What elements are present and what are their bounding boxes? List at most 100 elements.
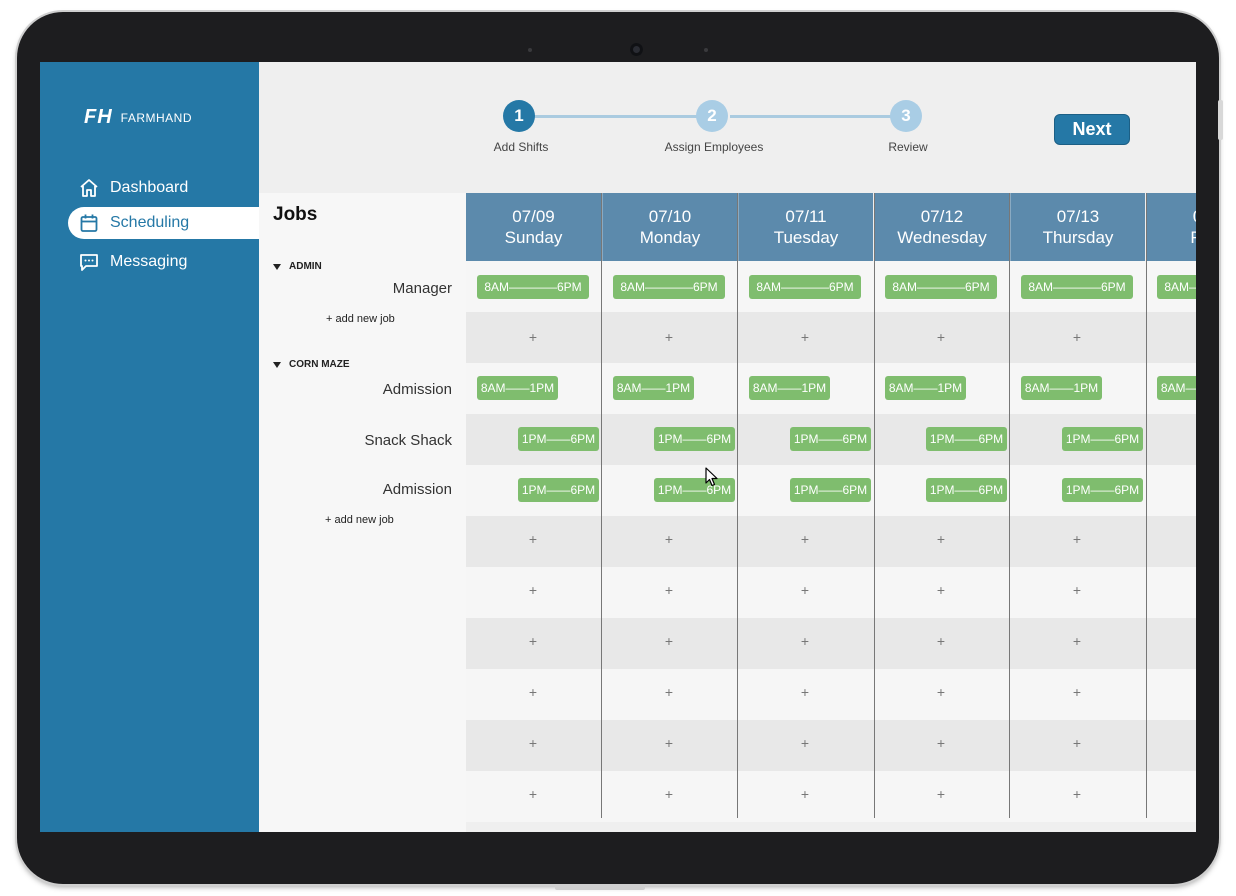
day-date: 07/09 [512, 207, 555, 226]
job-snack-shack[interactable]: Snack Shack [364, 432, 452, 449]
day-weekday: Friday [1190, 228, 1196, 247]
add-shift-button[interactable]: + [931, 786, 951, 802]
shift-block[interactable]: 1PM——6PM [518, 478, 599, 502]
shift-block[interactable]: 1PM——6PM [1062, 427, 1143, 451]
day-weekday: Sunday [504, 228, 563, 247]
logo-mark: FH [84, 106, 113, 128]
add-shift-button[interactable]: + [523, 633, 543, 649]
add-shift-button[interactable]: + [795, 786, 815, 802]
shift-block[interactable]: 8AM——1PM [1157, 376, 1196, 400]
add-shift-button[interactable]: + [931, 531, 951, 547]
add-shift-button[interactable]: + [659, 735, 679, 751]
step-3-circle[interactable]: 3 [890, 100, 922, 132]
add-shift-button[interactable]: + [931, 684, 951, 700]
add-shift-button[interactable]: + [1067, 735, 1087, 751]
add-shift-button[interactable]: + [931, 582, 951, 598]
calendar-icon [78, 212, 100, 234]
shift-block[interactable]: 1PM——6PM [518, 427, 599, 451]
add-shift-button[interactable]: + [795, 329, 815, 345]
add-shift-button[interactable]: + [931, 329, 951, 345]
add-shift-button[interactable]: + [659, 684, 679, 700]
next-button[interactable]: Next [1054, 114, 1130, 145]
add-shift-button[interactable]: + [659, 329, 679, 345]
sidebar-item-dashboard[interactable]: Dashboard [68, 172, 259, 204]
shift-block[interactable]: 8AM————6PM [613, 275, 725, 299]
day-weekday: Thursday [1042, 228, 1114, 247]
sidebar-item-label: Dashboard [110, 179, 189, 196]
shift-block[interactable]: 8AM——1PM [477, 376, 558, 400]
day-date: 07/11 [785, 207, 827, 226]
add-shift-button[interactable]: + [795, 633, 815, 649]
camera-icon [630, 43, 643, 56]
step-2-circle[interactable]: 2 [696, 100, 728, 132]
shift-block[interactable]: 8AM————6PM [749, 275, 861, 299]
shift-block[interactable]: 1PM——6PM [790, 478, 871, 502]
collapse-triangle-icon[interactable] [273, 361, 281, 368]
message-icon [78, 251, 100, 273]
group-corn-maze[interactable]: CORN MAZE [273, 359, 350, 370]
column-divider [737, 193, 738, 818]
job-admission[interactable]: Admission [383, 481, 452, 498]
sidebar-item-scheduling[interactable]: Scheduling [68, 207, 259, 239]
add-shift-button[interactable]: + [795, 735, 815, 751]
shift-block[interactable]: 1PM——6PM [926, 427, 1007, 451]
app-logo[interactable]: FH FARMHAND [84, 106, 192, 129]
step-1-circle[interactable]: 1 [503, 100, 535, 132]
add-shift-button[interactable]: + [931, 633, 951, 649]
device-foot [555, 884, 645, 890]
job-admission[interactable]: Admission [383, 381, 452, 398]
group-admin[interactable]: ADMIN [273, 261, 322, 272]
add-shift-button[interactable]: + [795, 582, 815, 598]
add-shift-button[interactable]: + [659, 531, 679, 547]
add-shift-button[interactable]: + [659, 633, 679, 649]
job-manager[interactable]: Manager [393, 280, 452, 297]
add-shift-button[interactable]: + [523, 786, 543, 802]
shift-block[interactable]: 1PM——6PM [1062, 478, 1143, 502]
add-shift-button[interactable]: + [1067, 531, 1087, 547]
column-divider [1009, 193, 1010, 818]
add-shift-button[interactable]: + [795, 684, 815, 700]
shift-block[interactable]: 1PM——6PM [654, 427, 735, 451]
shift-block[interactable]: 8AM————6PM [477, 275, 589, 299]
add-shift-button[interactable]: + [1067, 329, 1087, 345]
sensor-dot [704, 48, 708, 52]
add-shift-button[interactable]: + [659, 582, 679, 598]
shift-block[interactable]: 8AM————6PM [885, 275, 997, 299]
add-new-job-link[interactable]: + add new job [326, 313, 395, 325]
add-shift-button[interactable]: + [1067, 633, 1087, 649]
add-shift-button[interactable]: + [523, 684, 543, 700]
shift-block[interactable]: 8AM————6PM [1157, 275, 1196, 299]
add-shift-button[interactable]: + [1067, 786, 1087, 802]
shift-block[interactable]: 8AM————6PM [1021, 275, 1133, 299]
add-shift-button[interactable]: + [795, 531, 815, 547]
sidebar-item-label: Messaging [110, 253, 188, 270]
add-shift-button[interactable]: + [1067, 684, 1087, 700]
shift-block[interactable]: 1PM——6PM [654, 478, 735, 502]
day-header: 07/14Friday [1146, 193, 1196, 261]
shift-block[interactable]: 8AM——1PM [749, 376, 830, 400]
mouse-cursor-icon [705, 467, 719, 492]
add-shift-button[interactable]: + [659, 786, 679, 802]
day-weekday: Monday [639, 228, 701, 247]
add-shift-button[interactable]: + [931, 735, 951, 751]
add-shift-button[interactable]: + [523, 735, 543, 751]
add-shift-button[interactable]: + [523, 531, 543, 547]
day-header: 07/10 Monday [602, 193, 737, 261]
collapse-triangle-icon[interactable] [273, 263, 281, 270]
shift-block[interactable]: 8AM——1PM [613, 376, 694, 400]
shift-block[interactable]: 8AM——1PM [1021, 376, 1102, 400]
shift-block[interactable]: 8AM——1PM [885, 376, 966, 400]
add-new-job-link[interactable]: + add new job [325, 514, 394, 526]
shift-block[interactable]: 1PM——6PM [790, 427, 871, 451]
add-shift-button[interactable]: + [523, 329, 543, 345]
sidebar-item-messaging[interactable]: Messaging [68, 246, 259, 278]
volume-button [1218, 100, 1223, 140]
schedule-grid: 07/09 Sunday 07/10 Monday 07/11 Tuesday 07/12 W… [466, 193, 1196, 832]
add-shift-button[interactable]: + [1067, 582, 1087, 598]
add-shift-button[interactable]: + [523, 582, 543, 598]
sidebar-item-label: Scheduling [110, 214, 190, 231]
day-weekday: Wednesday [897, 228, 987, 247]
shift-block[interactable]: 1PM——6PM [926, 478, 1007, 502]
day-date: 07/12 [920, 207, 964, 226]
step-connector [730, 115, 907, 118]
